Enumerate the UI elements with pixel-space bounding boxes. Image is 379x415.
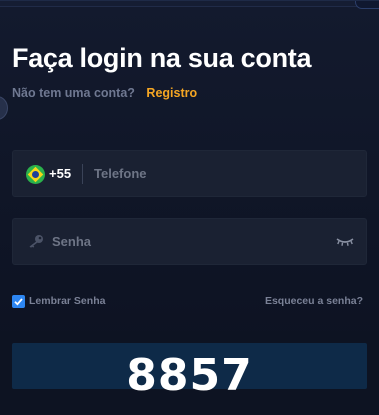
- phone-field[interactable]: +55: [12, 150, 367, 197]
- remember-password-option[interactable]: Lembrar Senha: [12, 294, 105, 308]
- brazil-flag-icon[interactable]: [26, 165, 45, 184]
- checkmark-icon: [14, 297, 23, 306]
- captcha-code: 8857: [126, 350, 253, 401]
- register-prompt: Não tem uma conta? Registro: [12, 86, 197, 100]
- no-account-text: Não tem uma conta?: [12, 86, 135, 100]
- country-code[interactable]: +55: [49, 166, 71, 181]
- remember-checkbox[interactable]: [12, 294, 25, 308]
- flag-globe: [32, 171, 39, 178]
- top-border: [0, 1, 379, 7]
- key-icon: [29, 235, 43, 248]
- corner-button[interactable]: [355, 1, 379, 9]
- eye-closed-icon[interactable]: [336, 237, 354, 247]
- password-field[interactable]: [12, 218, 367, 265]
- register-link[interactable]: Registro: [146, 86, 197, 100]
- side-handle[interactable]: [0, 96, 8, 120]
- password-input[interactable]: [52, 219, 332, 264]
- captcha-box: 8857: [12, 343, 367, 401]
- remember-label: Lembrar Senha: [29, 295, 106, 307]
- login-panel: Faça login na sua conta Não tem uma cont…: [0, 0, 379, 415]
- phone-divider: [82, 164, 83, 184]
- page-title: Faça login na sua conta: [12, 43, 312, 73]
- forgot-password-link[interactable]: Esqueceu a senha?: [265, 295, 363, 307]
- phone-input[interactable]: [94, 151, 354, 196]
